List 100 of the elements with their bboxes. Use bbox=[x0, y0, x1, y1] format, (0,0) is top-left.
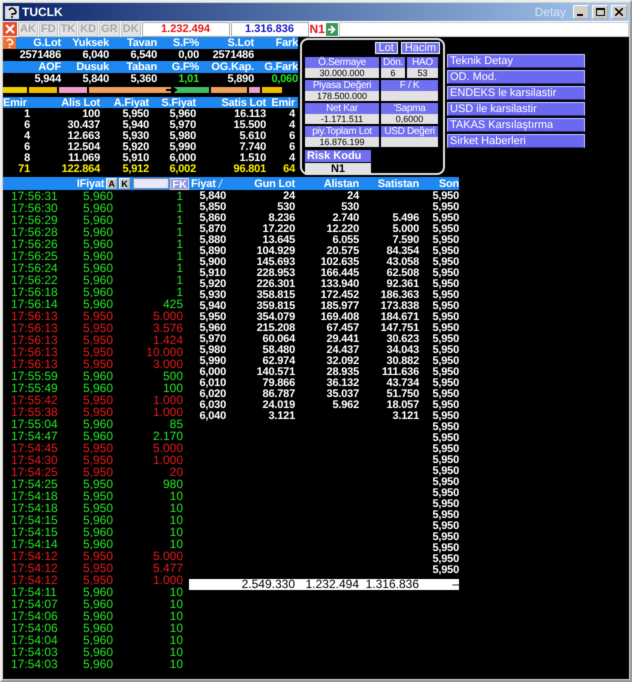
table-cell-text: 2.740 bbox=[331, 212, 359, 224]
close-button[interactable] bbox=[611, 5, 627, 19]
table-cell-text: 6,040 bbox=[198, 410, 226, 422]
input-field[interactable] bbox=[338, 22, 629, 36]
table-cell-text: 4 bbox=[288, 108, 295, 120]
trade-time: 17:56:18 bbox=[11, 286, 59, 298]
trade-time: 17:56:14 bbox=[11, 298, 59, 310]
trade-lot: 10 bbox=[168, 586, 183, 598]
table-cell-text: 6 bbox=[288, 130, 295, 142]
table-cell-text: 43.058 bbox=[386, 256, 419, 268]
table-cell-text: 5,950 bbox=[431, 410, 459, 422]
total-cell-text: 5,912 bbox=[121, 163, 149, 175]
table-cell-text: 12.504 bbox=[66, 141, 100, 153]
help-icon[interactable] bbox=[3, 37, 16, 49]
trade-lot: 1 bbox=[175, 250, 183, 262]
table-cell-text: 5,950 bbox=[198, 311, 226, 323]
mode-button[interactable]: Hacim bbox=[400, 42, 440, 54]
trade-time: 17:54:14 bbox=[11, 538, 59, 550]
trade-price: 5,960 bbox=[82, 262, 113, 274]
table-cell-text: 7.740 bbox=[238, 141, 266, 153]
action-button[interactable]: TAKAS Karsılaştırma bbox=[447, 118, 585, 132]
trade-lot: 10 bbox=[168, 526, 183, 538]
table-cell-text: 5,970 bbox=[198, 333, 226, 345]
action-button[interactable]: USD ile karsilastir bbox=[447, 102, 585, 116]
table-cell-text: 166.445 bbox=[320, 267, 359, 279]
column-header[interactable]: Gun Lot bbox=[226, 178, 295, 190]
column-header[interactable]: Fiyat bbox=[191, 178, 216, 190]
trade-time: 17:54:15 bbox=[11, 514, 59, 526]
field-value: N1 bbox=[305, 163, 371, 175]
trade-lot: 1.424 bbox=[152, 334, 183, 346]
table-cell-text: 172.452 bbox=[320, 289, 359, 301]
trade-price: 5,960 bbox=[82, 526, 113, 538]
table-cell-text: 358.815 bbox=[256, 289, 295, 301]
stat-value: 5,944 bbox=[33, 73, 61, 85]
trade-time: 17:55:49 bbox=[11, 382, 59, 394]
trade-time: 17:56:13 bbox=[11, 358, 59, 370]
field-label: Piyasa Değeri bbox=[305, 80, 379, 91]
field-label: 'Sapma bbox=[381, 103, 438, 114]
trade-time: 17:56:13 bbox=[11, 322, 59, 334]
action-button[interactable]: OD. Mod. bbox=[447, 70, 585, 84]
table-cell-text: 215.208 bbox=[256, 322, 295, 334]
table-cell-text: 51.750 bbox=[386, 388, 419, 400]
filter-button[interactable]: FK bbox=[170, 178, 189, 190]
table-cell-text: 5,950 bbox=[431, 520, 459, 532]
column-header: Emir bbox=[3, 97, 28, 109]
action-button[interactable]: Teknik Detay bbox=[447, 54, 585, 68]
table-cell-text: 5,950 bbox=[431, 201, 459, 213]
field-value bbox=[381, 137, 438, 147]
table-cell-text: 5.496 bbox=[391, 212, 419, 224]
column-header: Fark bbox=[274, 37, 298, 49]
column-header[interactable]: Son bbox=[419, 178, 459, 190]
table-cell-text: 5,960 bbox=[198, 322, 226, 334]
trade-lot: 10 bbox=[168, 490, 183, 502]
arrow-icon[interactable] bbox=[326, 22, 338, 36]
trade-lot: 10.000 bbox=[145, 346, 183, 358]
trade-price: 5,960 bbox=[82, 298, 113, 310]
column-header[interactable]: Alistan bbox=[295, 178, 359, 190]
field-value: -1.171.511 bbox=[305, 114, 379, 124]
table-cell-text: 4 bbox=[23, 130, 30, 142]
trade-time: 17:54:25 bbox=[11, 478, 59, 490]
table-cell-text: 5.610 bbox=[238, 130, 266, 142]
trade-price: 5,960 bbox=[82, 430, 113, 442]
filter-button[interactable]: A bbox=[106, 178, 118, 189]
trade-price: 5,960 bbox=[82, 238, 113, 250]
table-cell-text: 5,950 bbox=[431, 476, 459, 488]
table-cell-text: 30.623 bbox=[386, 333, 419, 345]
action-button[interactable]: ENDEKS le karsilastir bbox=[447, 86, 585, 100]
table-cell-text: 8 bbox=[23, 152, 30, 164]
maximize-button[interactable] bbox=[592, 5, 608, 19]
mode-button[interactable]: Lot bbox=[374, 42, 398, 54]
column-header: G.Fark bbox=[263, 61, 298, 73]
table-cell-text: 32.092 bbox=[326, 355, 359, 367]
trade-price: 5,950 bbox=[82, 550, 113, 562]
table-cell-text: 5,980 bbox=[168, 130, 196, 142]
table-cell-text: 5.000 bbox=[391, 223, 419, 235]
filter-button[interactable]: K bbox=[119, 178, 130, 189]
table-cell-text: 60.064 bbox=[262, 333, 295, 345]
stat-value: 6,040 bbox=[81, 49, 109, 61]
minimize-button[interactable] bbox=[573, 5, 589, 19]
trade-price: 5,960 bbox=[82, 634, 113, 646]
column-header: Taban bbox=[125, 61, 157, 73]
action-button[interactable]: Sirket Haberleri bbox=[447, 134, 585, 148]
trade-time: 17:56:28 bbox=[11, 226, 59, 238]
table-cell-text: 5,950 bbox=[431, 234, 459, 246]
trade-price: 5,960 bbox=[82, 382, 113, 394]
table-cell-text: 5,950 bbox=[431, 322, 459, 334]
filter-field[interactable] bbox=[133, 178, 170, 189]
trade-time: 17:54:18 bbox=[11, 490, 59, 502]
trade-lot: 85 bbox=[168, 418, 183, 430]
table-cell-text: 100 bbox=[81, 108, 100, 120]
close-icon[interactable] bbox=[3, 22, 17, 36]
column-header[interactable]: Satistan bbox=[359, 178, 419, 190]
table-cell-text: 5,950 bbox=[431, 344, 459, 356]
table-cell-text: 5,920 bbox=[121, 141, 149, 153]
table-cell-text: 5,970 bbox=[168, 119, 196, 131]
table-cell-text: 5,930 bbox=[121, 130, 149, 142]
trade-time: 17:54:30 bbox=[11, 454, 59, 466]
trade-lot: 1.000 bbox=[152, 574, 183, 586]
trade-time: 17:54:15 bbox=[11, 526, 59, 538]
trade-price: 5,960 bbox=[82, 286, 113, 298]
